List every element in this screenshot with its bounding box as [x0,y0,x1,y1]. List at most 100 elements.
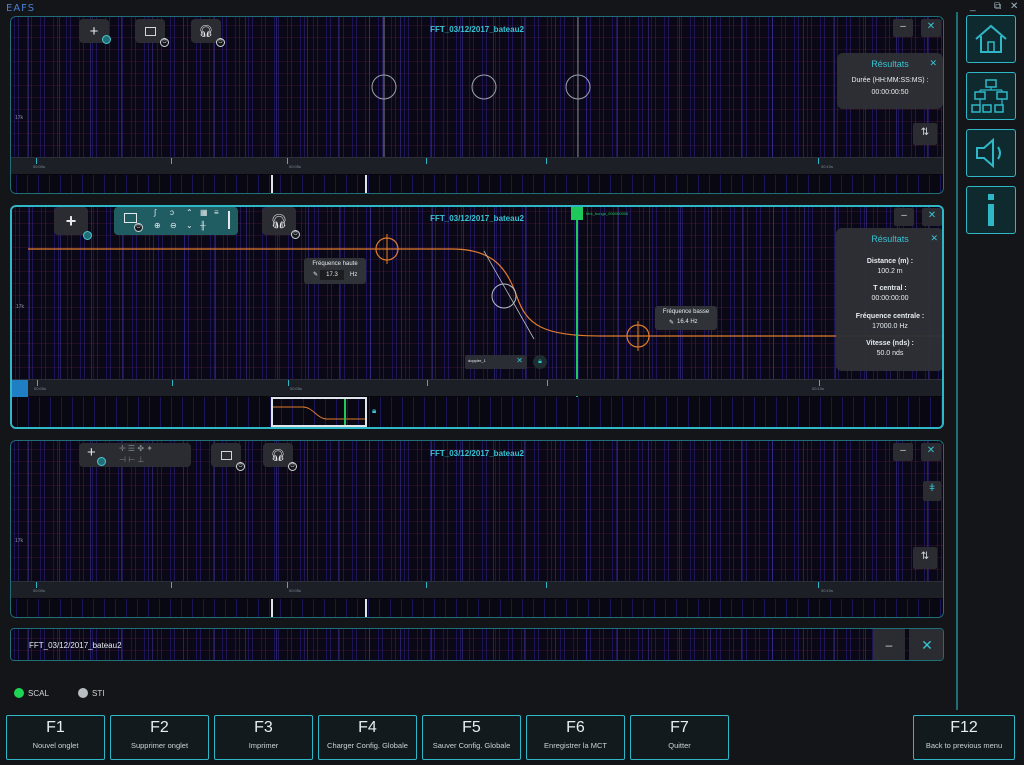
sti-status: STI [78,688,104,698]
annotation-field[interactable]: doppler_1 ✕ [465,355,527,369]
overview-selection[interactable] [271,175,367,193]
spectrogram-panel-1: FFT_03/12/2017_bateau2 17k + ⏱ 🎧︎ ⏱ – ✕ … [10,16,944,194]
f3-button[interactable]: F3 Imprimer [214,715,313,760]
tooltip-label: Fréquence basse [662,309,710,315]
time-label: 00:10s [821,164,834,169]
close-results-button[interactable]: ✕ [929,58,937,69]
key-description: Quitter [668,741,691,750]
levels-icon[interactable]: ≡ [214,208,219,217]
grid-icon[interactable]: ▦ [200,208,208,217]
camera-icon[interactable] [124,213,137,223]
f5-button[interactable]: F5 Sauver Config. Globale [422,715,521,760]
zoom-in-icon[interactable]: ⊕ [154,221,161,230]
plus-icon: + [89,22,99,40]
key-description: Charger Config. Globale [327,741,408,750]
key-label: F5 [462,719,481,736]
pin-button[interactable]: ǂ [923,481,941,501]
time-label: 00:00s [33,164,46,169]
network-button[interactable] [966,72,1016,120]
overview-strip[interactable] [11,599,943,617]
minimize-panel-button[interactable]: – [894,208,914,226]
home-button[interactable] [966,15,1016,63]
chevron-up-icon[interactable]: ⌃ [186,208,193,217]
close-panel-button[interactable]: ✕ [921,443,941,461]
f4-button[interactable]: F4 Charger Config. Globale [318,715,417,760]
network-icon [971,79,1008,113]
unit-label: Hz [350,272,358,278]
sound-button[interactable] [966,129,1016,177]
key-label: F2 [150,719,169,736]
close-panel-button[interactable]: ✕ [909,629,943,660]
spectrogram-panel-3: FFT_03/12/2017_bateau2 17k + ✛ ☰ ✤ ✦ ⊣ ⊢… [10,440,944,618]
f7-button[interactable]: F7 Quitter [630,715,729,760]
slider-icon[interactable] [228,211,230,229]
minimize-panel-button[interactable]: – [873,629,905,660]
add-tool-button[interactable]: + ✛ ☰ ✤ ✦ ⊣ ⊢ ⊥ [79,443,191,467]
audio-tool-button[interactable]: 🎧︎ ⏱ [262,207,300,239]
f6-button[interactable]: F6 Enregistrer la MCT [526,715,625,760]
speaker-icon [976,137,1001,169]
info-button[interactable] [966,186,1016,234]
headphones-icon: 🎧︎ [198,24,214,38]
equalizer-icon[interactable]: ╫ [200,221,206,230]
results-title: Résultats [871,234,909,244]
close-panel-button[interactable]: ✕ [921,19,941,37]
result-value: 50.0 nds [876,350,904,357]
minimize-panel-button[interactable]: – [893,443,913,461]
add-tool-button[interactable]: + [54,207,92,240]
app-root: EAFS _ ⧉ ✕ FFT_03/12/2017_bateau2 17k + … [0,0,1024,765]
sti-indicator-icon [78,688,88,698]
time-label: 00:05s [289,588,302,593]
close-window-button[interactable]: ✕ [1010,1,1018,12]
zoom-out-icon[interactable]: ⊖ [170,221,177,230]
audio-tool-button[interactable]: 🎧︎ ⏱ [263,443,297,471]
tool-badge-icon [97,457,106,466]
adjust-button[interactable]: ⇅ [913,123,937,145]
result-value: 00:00:00:00 [871,295,909,302]
overview-selection[interactable] [271,599,367,617]
time-axis: 00:00s 00:05s 00:10s [12,379,942,397]
key-label: F6 [566,719,585,736]
annotation-value[interactable]: doppler_1 [468,358,486,363]
time-label: 00:00s [33,588,46,593]
edit-icon[interactable]: ✎ [313,271,318,278]
collapsed-panel[interactable]: FFT_03/12/2017_bateau2 – ✕ [10,628,944,661]
curve-icon[interactable]: ∫ [154,208,156,217]
key-description: Nouvel onglet [32,741,79,750]
lock-icon[interactable]: 🔒︎ [372,406,376,416]
scal-status: SCAL [14,688,49,698]
lock-button[interactable]: 🔒︎ [533,355,547,369]
adjust-button[interactable]: ⇅ [913,547,937,569]
overview-strip[interactable] [11,175,943,193]
f12-button[interactable]: F12 Back to previous menu [913,715,1015,760]
settings-badge-icon: ⏱ [160,38,169,47]
home-icon [975,24,1007,53]
audio-tool-button[interactable]: 🎧︎ ⏱ [191,19,225,47]
high-frequency-value[interactable]: 17.3 [320,270,344,280]
overview-selection[interactable] [271,397,367,427]
scal-label: SCAL [28,688,49,698]
close-results-button[interactable]: ✕ [930,233,938,244]
result-label: T central : [873,285,907,292]
app-logo: EAFS [6,3,36,14]
result-value: 00:00:00:50 [871,89,909,96]
f1-button[interactable]: F1 Nouvel onglet [6,715,105,760]
capture-tool-button[interactable]: ⏱ [211,443,245,471]
frequency-axis-label: 17k [15,538,24,544]
doppler-icon[interactable]: ↄ [170,208,174,217]
close-panel-button[interactable]: ✕ [922,208,942,226]
grid-icon: ✛ ☰ ✤ ✦ [119,444,153,453]
minimize-panel-button[interactable]: – [893,19,913,37]
result-value: 17000.0 Hz [872,323,908,330]
clear-icon[interactable]: ✕ [516,356,523,365]
minimize-window-button[interactable]: _ [970,1,976,12]
chevron-down-icon[interactable]: ⌄ [186,221,193,230]
f2-button[interactable]: F2 Supprimer onglet [110,715,209,760]
overview-strip[interactable]: 🔒︎ [12,397,942,427]
add-tool-button[interactable]: + [79,19,111,44]
capture-tool-button[interactable]: ⏱ [135,19,169,47]
edit-icon[interactable]: ✎ [669,319,674,326]
measure-toolbar: ⏱ ∫ ↄ ⌃ ▦ ≡ ⊕ ⊖ ⌄ ╫ [114,207,238,235]
low-frequency-value[interactable]: 16.4 Hz [677,319,698,325]
restore-window-button[interactable]: ⧉ [994,1,1001,12]
